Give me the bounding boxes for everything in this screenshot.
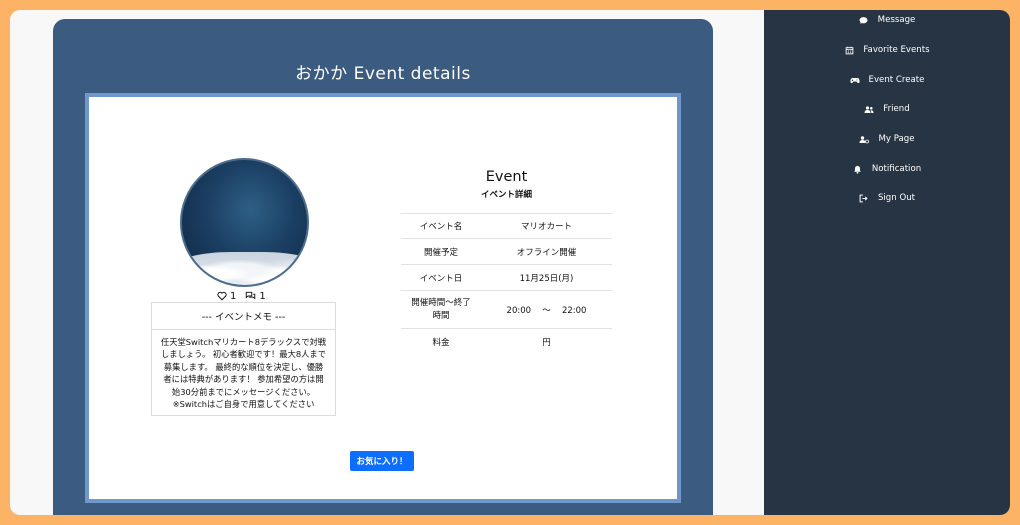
calendar-icon [844, 45, 854, 55]
sidebar-item-event-create[interactable]: Event Create [764, 70, 1010, 90]
row-value: 円 [481, 328, 612, 355]
event-info-table: イベント名 マリオカート 開催予定 オフライン開催 イベント日 11月25日(月… [401, 213, 612, 355]
table-row: 開催予定 オフライン開催 [401, 238, 612, 265]
bell-icon [853, 164, 863, 174]
comments-icon[interactable] [245, 291, 256, 301]
memo-body: 任天堂Switchマリカート8デラックスで対戦 しましょう。 初心者歓迎です！最… [160, 337, 327, 410]
event-memo: --- イベントメモ --- 任天堂Switchマリカート8デラックスで対戦 し… [151, 302, 336, 416]
sidebar-item-notification[interactable]: Notification [764, 159, 1010, 179]
sidebar-item-my-page[interactable]: My Page [764, 129, 1010, 149]
row-label: イベント日 [401, 264, 481, 291]
row-value: 11月25日(月) [481, 264, 612, 291]
row-value: マリオカート [481, 213, 612, 239]
row-value: オフライン開催 [481, 238, 612, 265]
row-label: イベント名 [401, 213, 481, 239]
app-window: おかか Event details 1 1 --- イベントメモ --- 任天堂… [10, 10, 1010, 515]
table-row: イベント名 マリオカート [401, 213, 612, 239]
sidebar: Message Favorite Events Event Create Fri… [764, 10, 1010, 515]
table-row: イベント日 11月25日(月) [401, 264, 612, 291]
sidebar-item-favorite-events[interactable]: Favorite Events [764, 40, 1010, 60]
row-label: 料金 [401, 328, 481, 355]
memo-heading: --- イベントメモ --- [152, 303, 335, 330]
sidebar-item-label: Notification [871, 164, 922, 174]
sidebar-item-label: Message [877, 15, 916, 25]
user-gear-icon [859, 134, 870, 144]
sidebar-item-label: Sign Out [877, 193, 916, 203]
sidebar-item-sign-out[interactable]: Sign Out [764, 188, 1010, 208]
sidebar-item-label: Friend [883, 104, 910, 114]
like-count: 1 [230, 290, 237, 302]
info-title: Event [485, 169, 528, 185]
sidebar-item-message[interactable]: Message [764, 10, 1010, 30]
sidebar-item-label: My Page [878, 134, 915, 144]
event-info: Event イベント詳細 イベント名 マリオカート 開催予定 オフライン開催 イ… [401, 167, 612, 355]
info-subtitle: イベント詳細 [480, 190, 532, 200]
event-card: 1 1 --- イベントメモ --- 任天堂Switchマリカート8デラックスで… [85, 93, 681, 503]
sidebar-item-label: Event Create [868, 75, 925, 85]
event-detail-panel: おかか Event details 1 1 --- イベントメモ --- 任天堂… [53, 19, 713, 515]
page-title: おかか Event details [295, 64, 471, 84]
comment-count: 1 [259, 290, 266, 302]
table-row: 料金 円 [401, 328, 612, 355]
message-icon [859, 15, 869, 25]
event-image [180, 158, 309, 287]
favorite-button[interactable]: お気に入り！ [350, 451, 414, 471]
table-row: 開催時間〜終了 時間 20:00 ～ 22:00 [401, 290, 612, 329]
sidebar-item-label: Favorite Events [863, 45, 930, 55]
event-stats: 1 1 [217, 290, 266, 302]
sidebar-item-friend[interactable]: Friend [764, 99, 1010, 119]
row-label: 開催時間〜終了 時間 [401, 290, 481, 329]
row-value: 20:00 ～ 22:00 [481, 290, 612, 329]
sign-out-icon [859, 193, 869, 203]
users-icon [864, 104, 874, 114]
row-label: 開催予定 [401, 238, 481, 265]
cloud-image-detail [182, 252, 307, 285]
heart-icon[interactable] [217, 291, 227, 301]
gamepad-icon [849, 75, 860, 85]
